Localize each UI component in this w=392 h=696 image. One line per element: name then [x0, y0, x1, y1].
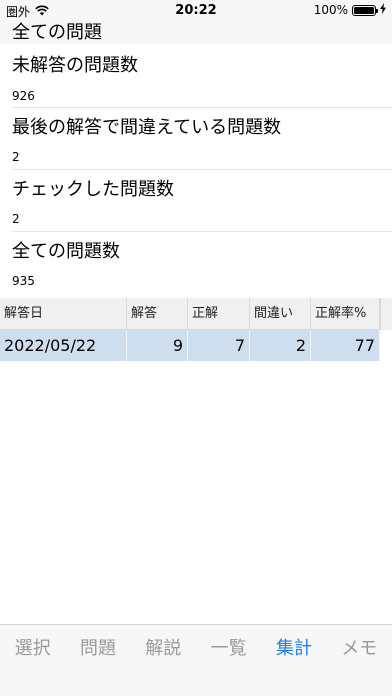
table-row[interactable]: 2022/05/22 9 7 2 77: [0, 330, 380, 361]
page-title: 全ての問題: [12, 22, 102, 43]
column-header-correct[interactable]: 正解: [188, 298, 250, 329]
home-indicator-area: [0, 674, 392, 696]
tab-bar: 選択 問題 解説 一覧 集計 メモ: [0, 624, 392, 674]
stat-last-wrong-label: 最後の解答で間違えている問題数: [12, 117, 282, 138]
cell-correct: 7: [188, 330, 250, 361]
divider: [12, 169, 392, 170]
status-bar: 圏外 20:22 100%: [0, 0, 392, 22]
stat-last-wrong-value: 2: [12, 150, 20, 164]
cell-answered: 9: [127, 330, 188, 361]
stat-unanswered-value: 926: [12, 89, 35, 103]
stat-unanswered-label: 未解答の問題数: [12, 55, 138, 76]
cell-rate: 77: [311, 330, 380, 361]
divider: [12, 231, 392, 232]
table-header: 解答日 解答 正解 間違い 正解率%: [0, 298, 380, 330]
column-header-rate[interactable]: 正解率%: [311, 298, 380, 329]
charging-icon: [380, 3, 386, 17]
stat-checked-value: 2: [12, 212, 20, 226]
tab-memo[interactable]: メモ: [327, 625, 392, 674]
divider: [12, 107, 392, 108]
tab-question[interactable]: 問題: [65, 625, 130, 674]
column-header-answered[interactable]: 解答: [127, 298, 188, 329]
page-title-bar: 全ての問題: [0, 22, 392, 44]
stat-total-value: 935: [12, 274, 35, 288]
stat-total-label: 全ての問題数: [12, 241, 120, 262]
results-table: 解答日 解答 正解 間違い 正解率% 2022/05/22 9 7 2 77: [0, 298, 380, 361]
cell-wrong: 2: [250, 330, 311, 361]
battery-icon: [352, 4, 378, 16]
tab-summary[interactable]: 集計: [261, 625, 326, 674]
tab-select[interactable]: 選択: [0, 625, 65, 674]
tab-explanation[interactable]: 解説: [131, 625, 196, 674]
column-header-date[interactable]: 解答日: [0, 298, 127, 329]
tab-list[interactable]: 一覧: [196, 625, 261, 674]
battery-percent: 100%: [313, 3, 348, 17]
table-header-corner: [380, 298, 392, 330]
cell-date: 2022/05/22: [0, 330, 127, 361]
column-header-wrong[interactable]: 間違い: [250, 298, 311, 329]
stat-checked-label: チェックした問題数: [12, 179, 174, 200]
